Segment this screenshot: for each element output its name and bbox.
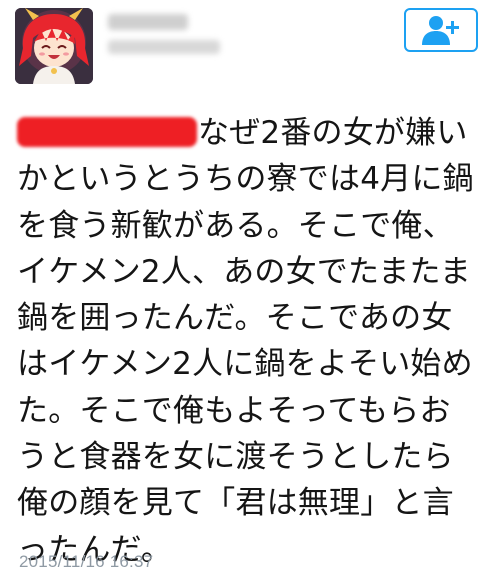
tweet-line: イケメン2人、あの女でたまたま bbox=[17, 253, 471, 290]
redaction-mark bbox=[17, 117, 197, 147]
anime-avatar-icon bbox=[15, 8, 93, 84]
tweet-line: かというとうちの寮では4月に鍋 bbox=[17, 161, 474, 198]
tweet-line: 俺の顔を見て「君は無理」と言 bbox=[17, 485, 454, 522]
tweet-line: た。そこで俺もよそってもらお bbox=[17, 392, 451, 429]
blurred-display-name bbox=[108, 14, 188, 30]
follow-button[interactable] bbox=[404, 8, 478, 52]
timestamp[interactable]: 2015/11/16 16:37 bbox=[19, 552, 153, 572]
blurred-handle bbox=[108, 40, 220, 54]
tweet-body: なぜ2番の女が嫌い かというとうちの寮では4月に鍋 を食う新歓がある。そこで俺、… bbox=[17, 110, 495, 573]
tweet-line: を食う新歓がある。そこで俺、 bbox=[17, 207, 454, 244]
tweet-line: なぜ2番の女が嫌い bbox=[198, 115, 468, 151]
tweet-line: はイケメン2人に鍋をよそい始め bbox=[17, 346, 473, 383]
tweet-line: うと食器を女に渡そうとしたら bbox=[17, 439, 454, 476]
add-user-icon bbox=[422, 16, 459, 45]
avatar[interactable] bbox=[15, 8, 93, 84]
user-meta-blurred bbox=[108, 12, 228, 62]
tweet-line: 鍋を囲ったんだ。そこであの女 bbox=[17, 300, 453, 337]
tweet-card: なぜ2番の女が嫌い かというとうちの寮では4月に鍋 を食う新歓がある。そこで俺、… bbox=[0, 0, 497, 577]
